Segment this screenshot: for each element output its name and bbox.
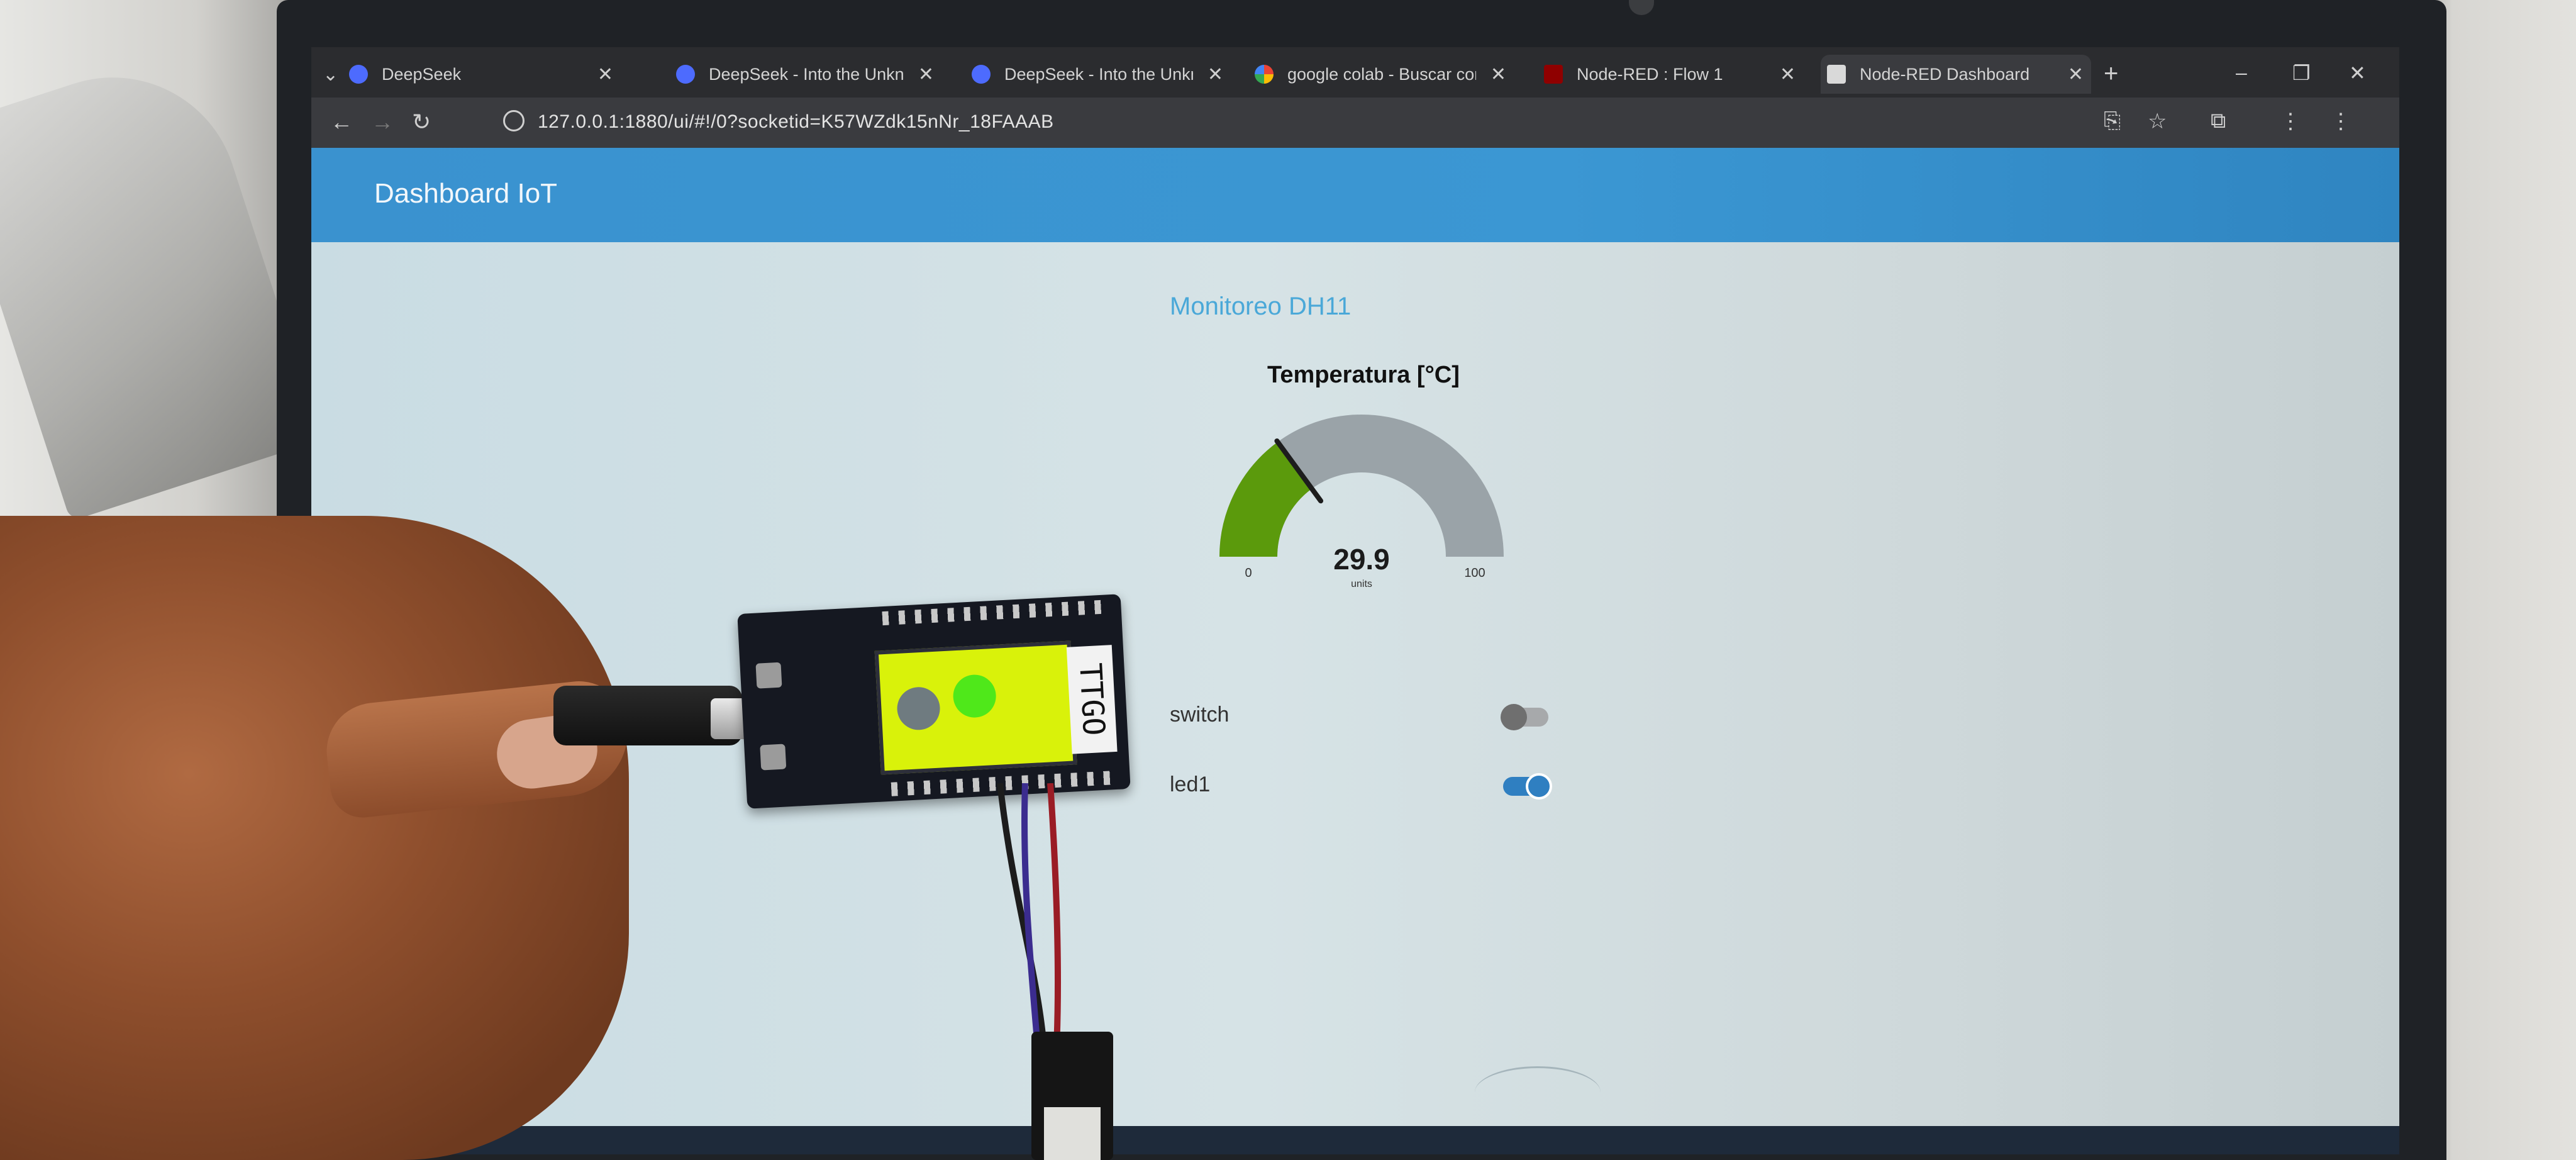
- tab-node-red-flow[interactable]: Node-RED : Flow 1 ✕: [1544, 55, 1796, 94]
- tab-google-colab[interactable]: google colab - Buscar con ✕: [1255, 55, 1506, 94]
- back-arrow-icon[interactable]: ←: [330, 109, 353, 135]
- tab-node-red-dashboard[interactable]: Node-RED Dashboard ✕: [1821, 55, 2091, 94]
- close-tab-icon[interactable]: ✕: [1491, 64, 1506, 86]
- deepseek-icon: [972, 65, 991, 84]
- close-tab-icon[interactable]: ✕: [1780, 64, 1796, 86]
- close-tab-icon[interactable]: ✕: [918, 64, 934, 86]
- browser-address-bar: ← → ↻ 127.0.0.1:1880/ui/#!/0?socketid=K5…: [311, 98, 2399, 148]
- board-label: TTGO: [1066, 645, 1118, 754]
- sensor-wires: [997, 783, 1061, 1048]
- close-window-icon[interactable]: ✕: [2349, 61, 2366, 85]
- dashboard-header: Dashboard IoT: [311, 148, 2399, 242]
- temperature-gauge: 29.9 units 0 100: [1219, 415, 1504, 589]
- node-red-dashboard: Dashboard IoT Monitoreo DH11 Temperatura…: [311, 148, 2399, 1154]
- led1-toggle[interactable]: [1503, 773, 1552, 800]
- switch-label: switch: [1170, 703, 1230, 727]
- gauge-units: units: [1351, 579, 1372, 589]
- close-tab-icon[interactable]: ✕: [597, 64, 613, 86]
- bookmark-star-icon[interactable]: ☆: [2148, 109, 2167, 134]
- menu-kebab-icon[interactable]: ⋮: [2330, 109, 2351, 134]
- led1-label: led1: [1170, 772, 1211, 796]
- new-tab-plus-icon[interactable]: +: [2104, 60, 2118, 88]
- deepseek-icon: [349, 65, 368, 84]
- site-info-icon[interactable]: [503, 110, 525, 131]
- hand: [0, 516, 629, 1160]
- board-button-top: [755, 662, 782, 689]
- dht11-sensor: [1031, 1032, 1113, 1160]
- board-button-bottom: [760, 744, 787, 771]
- url-field[interactable]: 127.0.0.1:1880/ui/#!/0?socketid=K57WZdk1…: [538, 111, 1054, 133]
- node-red-icon: [1544, 65, 1563, 84]
- close-tab-icon[interactable]: ✕: [2068, 64, 2084, 86]
- extensions-icon[interactable]: ⧉: [2211, 109, 2226, 133]
- install-app-icon[interactable]: ⎘: [2104, 109, 2121, 133]
- os-taskbar: [311, 1126, 2399, 1154]
- forward-arrow-icon[interactable]: →: [371, 109, 394, 135]
- profile-icon[interactable]: ⋮: [2280, 109, 2301, 134]
- group-title: Monitoreo DH11: [1170, 293, 1352, 320]
- minimize-icon[interactable]: –: [2236, 61, 2247, 84]
- led-on-indicator: [952, 673, 997, 719]
- dashboard-title: Dashboard IoT: [374, 178, 558, 209]
- switch-toggle[interactable]: [1501, 704, 1548, 730]
- led-off-indicator: [896, 686, 941, 732]
- tab-deepseek-2[interactable]: DeepSeek - Into the Unkn ✕: [676, 55, 934, 94]
- tab-deepseek-3[interactable]: DeepSeek - Into the Unkn ✕: [972, 55, 1223, 94]
- node-red-dashboard-icon: [1827, 65, 1846, 84]
- sensor-grid: [1044, 1107, 1101, 1160]
- led1-toggle-knob: [1526, 773, 1552, 800]
- google-icon: [1255, 65, 1274, 84]
- tab-search-dropdown-icon[interactable]: ⌄: [323, 64, 338, 86]
- board-display: [874, 640, 1077, 775]
- gauge-min-label: 0: [1245, 566, 1252, 580]
- reload-icon[interactable]: ↻: [412, 109, 431, 135]
- screen-smudge: [1475, 1066, 1601, 1118]
- restore-icon[interactable]: ❐: [2292, 61, 2311, 85]
- deepseek-icon: [676, 65, 695, 84]
- gauge-fill: [1219, 442, 1313, 558]
- gauge-max-label: 100: [1464, 566, 1485, 580]
- laptop-screen: ⌄ DeepSeek ✕ DeepSeek - Into the Unkn ✕ …: [311, 47, 2399, 1154]
- gauge-title: Temperatura [°C]: [1267, 362, 1460, 388]
- gauge-value: 29.9: [1333, 543, 1390, 576]
- close-tab-icon[interactable]: ✕: [1208, 64, 1223, 86]
- browser-tab-bar: ⌄ DeepSeek ✕ DeepSeek - Into the Unkn ✕ …: [311, 47, 2399, 98]
- tab-deepseek[interactable]: DeepSeek ✕: [349, 55, 613, 94]
- switch-toggle-knob: [1501, 704, 1527, 730]
- webcam: [1629, 0, 1654, 15]
- ttgo-board: TTGO: [737, 594, 1131, 809]
